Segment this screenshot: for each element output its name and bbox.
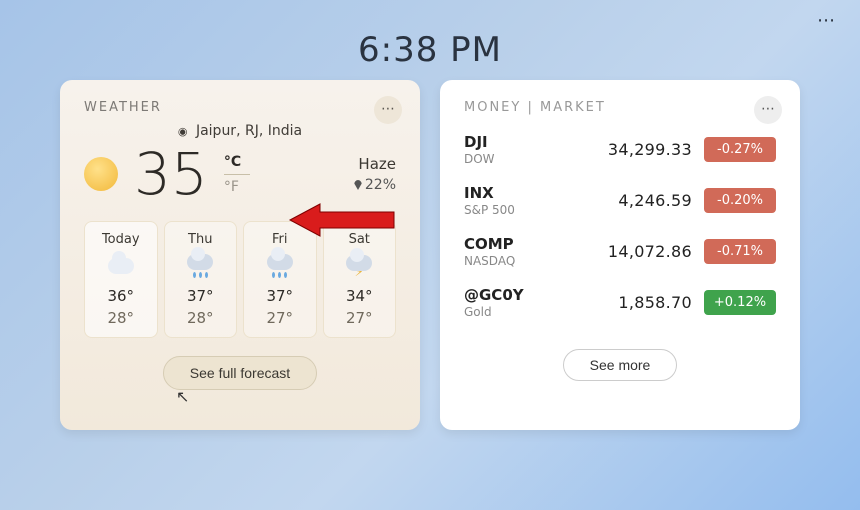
- rain-icon: [187, 254, 213, 278]
- low-temp: 28°: [89, 309, 153, 327]
- forecast-day[interactable]: Thu 37° 28°: [164, 221, 238, 338]
- cloud-sun-icon: [108, 258, 134, 274]
- ticker-symbol: INX: [464, 184, 544, 202]
- unit-fahrenheit[interactable]: °F: [224, 177, 250, 197]
- ticker-name: S&P 500: [464, 203, 544, 217]
- ticker-symbol: @GC0Y: [464, 286, 544, 304]
- ticker-value: 4,246.59: [544, 191, 704, 210]
- sun-icon: [84, 157, 118, 191]
- high-temp: 37°: [169, 287, 233, 305]
- location-pin-icon: ◉: [178, 125, 188, 138]
- ticker-name: NASDAQ: [464, 254, 544, 268]
- market-row[interactable]: COMPNASDAQ14,072.86-0.71%: [464, 235, 776, 268]
- day-name: Fri: [248, 232, 312, 247]
- forecast-day[interactable]: Fri 37° 27°: [243, 221, 317, 338]
- unit-toggle[interactable]: °C °F: [224, 152, 250, 197]
- unit-celsius[interactable]: °C: [224, 152, 250, 172]
- money-widget: MONEY | MARKET ⋯ DJIDOW34,299.33-0.27% IN…: [440, 80, 800, 430]
- weather-title: WEATHER: [84, 100, 396, 115]
- humidity-value: 22%: [354, 177, 396, 193]
- money-menu-button[interactable]: ⋯: [754, 96, 782, 124]
- forecast-day[interactable]: Sat ⚡ 34° 27°: [323, 221, 397, 338]
- storm-icon: ⚡: [346, 255, 372, 277]
- day-name: Sat: [328, 232, 392, 247]
- day-name: Thu: [169, 232, 233, 247]
- market-row[interactable]: DJIDOW34,299.33-0.27%: [464, 133, 776, 166]
- weather-location-text: Jaipur, RJ, India: [196, 123, 302, 139]
- forecast-day[interactable]: Today 36° 28°: [84, 221, 158, 338]
- droplet-icon: [354, 180, 362, 190]
- weather-condition: Haze: [354, 155, 396, 173]
- current-temperature: 35: [134, 145, 208, 203]
- ticker-change: +0.12%: [704, 290, 776, 315]
- money-title: MONEY | MARKET: [464, 100, 776, 115]
- widgets-menu-button[interactable]: ⋯: [812, 10, 840, 30]
- weather-widget: WEATHER ⋯ ◉ Jaipur, RJ, India 35 °C °F H…: [60, 80, 420, 430]
- weather-menu-button[interactable]: ⋯: [374, 96, 402, 124]
- weather-location: ◉ Jaipur, RJ, India: [84, 123, 396, 139]
- ticker-name: Gold: [464, 305, 544, 319]
- ticker-value: 14,072.86: [544, 242, 704, 261]
- rain-icon: [267, 254, 293, 278]
- market-row[interactable]: INXS&P 5004,246.59-0.20%: [464, 184, 776, 217]
- ticker-change: -0.27%: [704, 137, 776, 162]
- low-temp: 28°: [169, 309, 233, 327]
- high-temp: 36°: [89, 287, 153, 305]
- market-row[interactable]: @GC0YGold1,858.70+0.12%: [464, 286, 776, 319]
- high-temp: 34°: [328, 287, 392, 305]
- low-temp: 27°: [248, 309, 312, 327]
- clock-time: 6:38 PM: [0, 0, 860, 70]
- low-temp: 27°: [328, 309, 392, 327]
- ticker-name: DOW: [464, 152, 544, 166]
- high-temp: 37°: [248, 287, 312, 305]
- ticker-change: -0.20%: [704, 188, 776, 213]
- see-more-button[interactable]: See more: [563, 349, 678, 381]
- see-full-forecast-button[interactable]: See full forecast: [163, 356, 317, 390]
- ticker-change: -0.71%: [704, 239, 776, 264]
- ticker-value: 34,299.33: [544, 140, 704, 159]
- ticker-value: 1,858.70: [544, 293, 704, 312]
- day-name: Today: [89, 232, 153, 247]
- ticker-symbol: DJI: [464, 133, 544, 151]
- ticker-symbol: COMP: [464, 235, 544, 253]
